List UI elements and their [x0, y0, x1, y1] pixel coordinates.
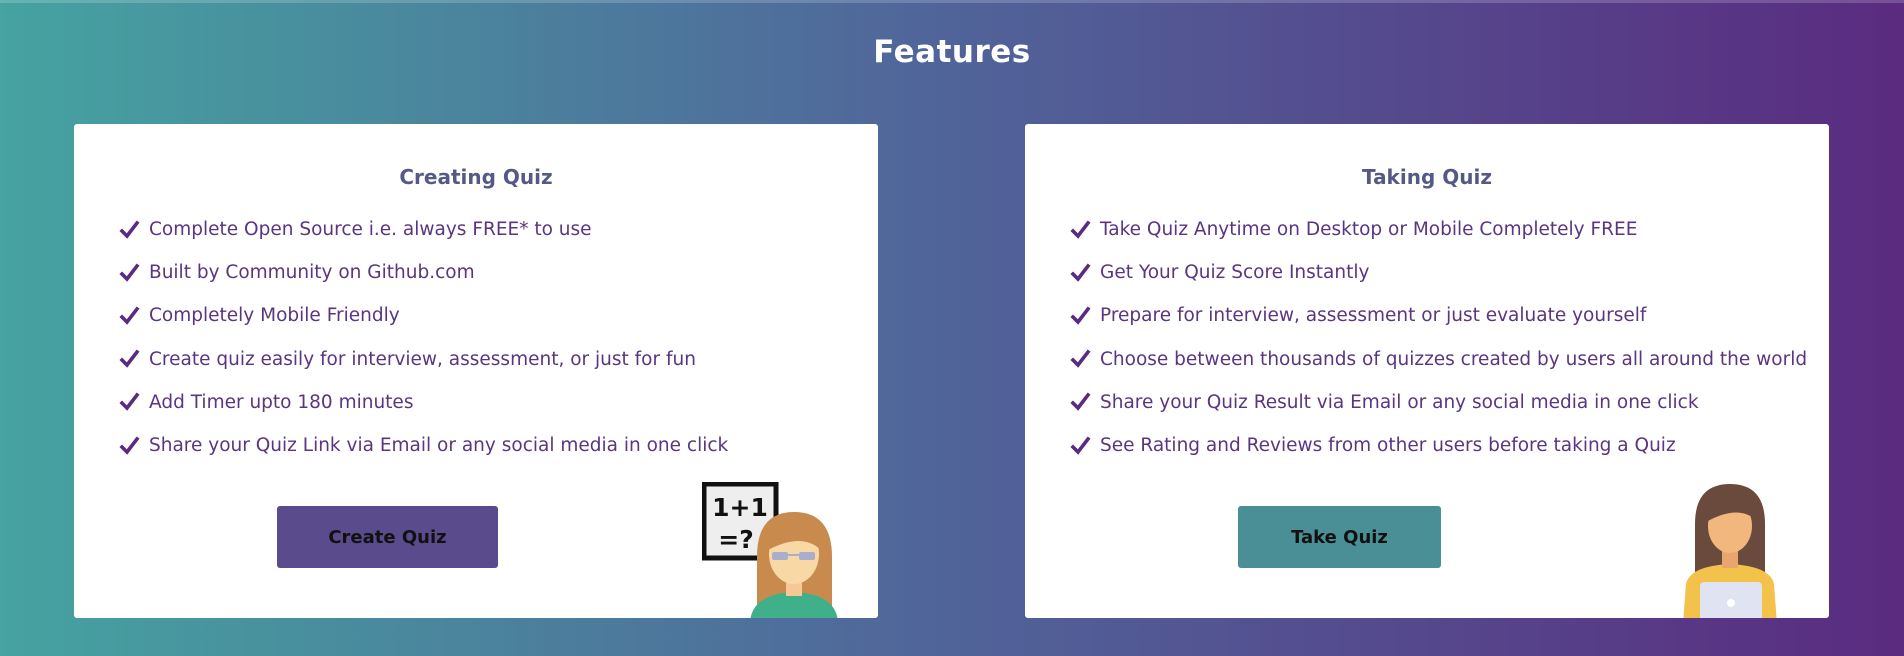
- teacher-with-math-board-icon: 1+1 =?: [702, 482, 838, 618]
- list-item: Create quiz easily for interview, assess…: [119, 338, 728, 381]
- list-item: Choose between thousands of quizzes crea…: [1070, 338, 1807, 381]
- board-text-line-2: =?: [718, 525, 753, 554]
- list-item: Complete Open Source i.e. always FREE* t…: [119, 208, 728, 251]
- top-divider: [0, 0, 1904, 3]
- check-icon: [1070, 349, 1091, 368]
- list-item: Completely Mobile Friendly: [119, 294, 728, 337]
- feature-text: Add Timer upto 180 minutes: [149, 391, 414, 413]
- feature-text: Prepare for interview, assessment or jus…: [1100, 305, 1647, 327]
- feature-text: Share your Quiz Result via Email or any …: [1100, 391, 1699, 413]
- list-item: Add Timer upto 180 minutes: [119, 381, 728, 424]
- check-icon: [119, 436, 140, 455]
- card-title: Taking Quiz: [1362, 165, 1492, 189]
- check-icon: [1070, 263, 1091, 282]
- create-quiz-button[interactable]: Create Quiz: [277, 506, 498, 568]
- check-icon: [1070, 392, 1091, 412]
- feature-text: Take Quiz Anytime on Desktop or Mobile C…: [1100, 219, 1638, 241]
- feature-list: Take Quiz Anytime on Desktop or Mobile C…: [1070, 208, 1807, 467]
- board-text-line-1: 1+1: [712, 493, 768, 522]
- list-item: See Rating and Reviews from other users …: [1070, 424, 1807, 467]
- check-icon: [1070, 306, 1091, 325]
- list-item: Take Quiz Anytime on Desktop or Mobile C…: [1070, 208, 1807, 251]
- feature-text: Choose between thousands of quizzes crea…: [1100, 348, 1808, 370]
- check-icon: [1070, 436, 1091, 455]
- list-item: Built by Community on Github.com: [119, 251, 728, 294]
- card-title: Creating Quiz: [399, 165, 553, 189]
- student-with-laptop-icon: [1683, 484, 1777, 618]
- feature-text: Built by Community on Github.com: [149, 262, 475, 284]
- list-item: Share your Quiz Result via Email or any …: [1070, 381, 1807, 424]
- check-icon: [119, 349, 140, 368]
- list-item: Share your Quiz Link via Email or any so…: [119, 424, 728, 467]
- check-icon: [119, 263, 140, 282]
- list-item: Get Your Quiz Score Instantly: [1070, 251, 1807, 294]
- taking-quiz-card: Taking Quiz Take Quiz Anytime on Desktop…: [1025, 124, 1829, 618]
- feature-text: Get Your Quiz Score Instantly: [1100, 262, 1370, 284]
- feature-text: Create quiz easily for interview, assess…: [149, 348, 696, 370]
- section-title: Features: [873, 34, 1031, 70]
- feature-text: See Rating and Reviews from other users …: [1100, 435, 1676, 457]
- feature-text: Completely Mobile Friendly: [149, 305, 400, 327]
- feature-list: Complete Open Source i.e. always FREE* t…: [119, 208, 728, 467]
- creating-quiz-card: Creating Quiz Complete Open Source i.e. …: [74, 124, 878, 618]
- check-icon: [119, 220, 140, 239]
- list-item: Prepare for interview, assessment or jus…: [1070, 294, 1807, 337]
- feature-text: Complete Open Source i.e. always FREE* t…: [149, 219, 592, 241]
- check-icon: [119, 392, 140, 412]
- take-quiz-button[interactable]: Take Quiz: [1238, 506, 1441, 568]
- check-icon: [119, 306, 140, 325]
- feature-text: Share your Quiz Link via Email or any so…: [149, 435, 729, 457]
- check-icon: [1070, 220, 1091, 239]
